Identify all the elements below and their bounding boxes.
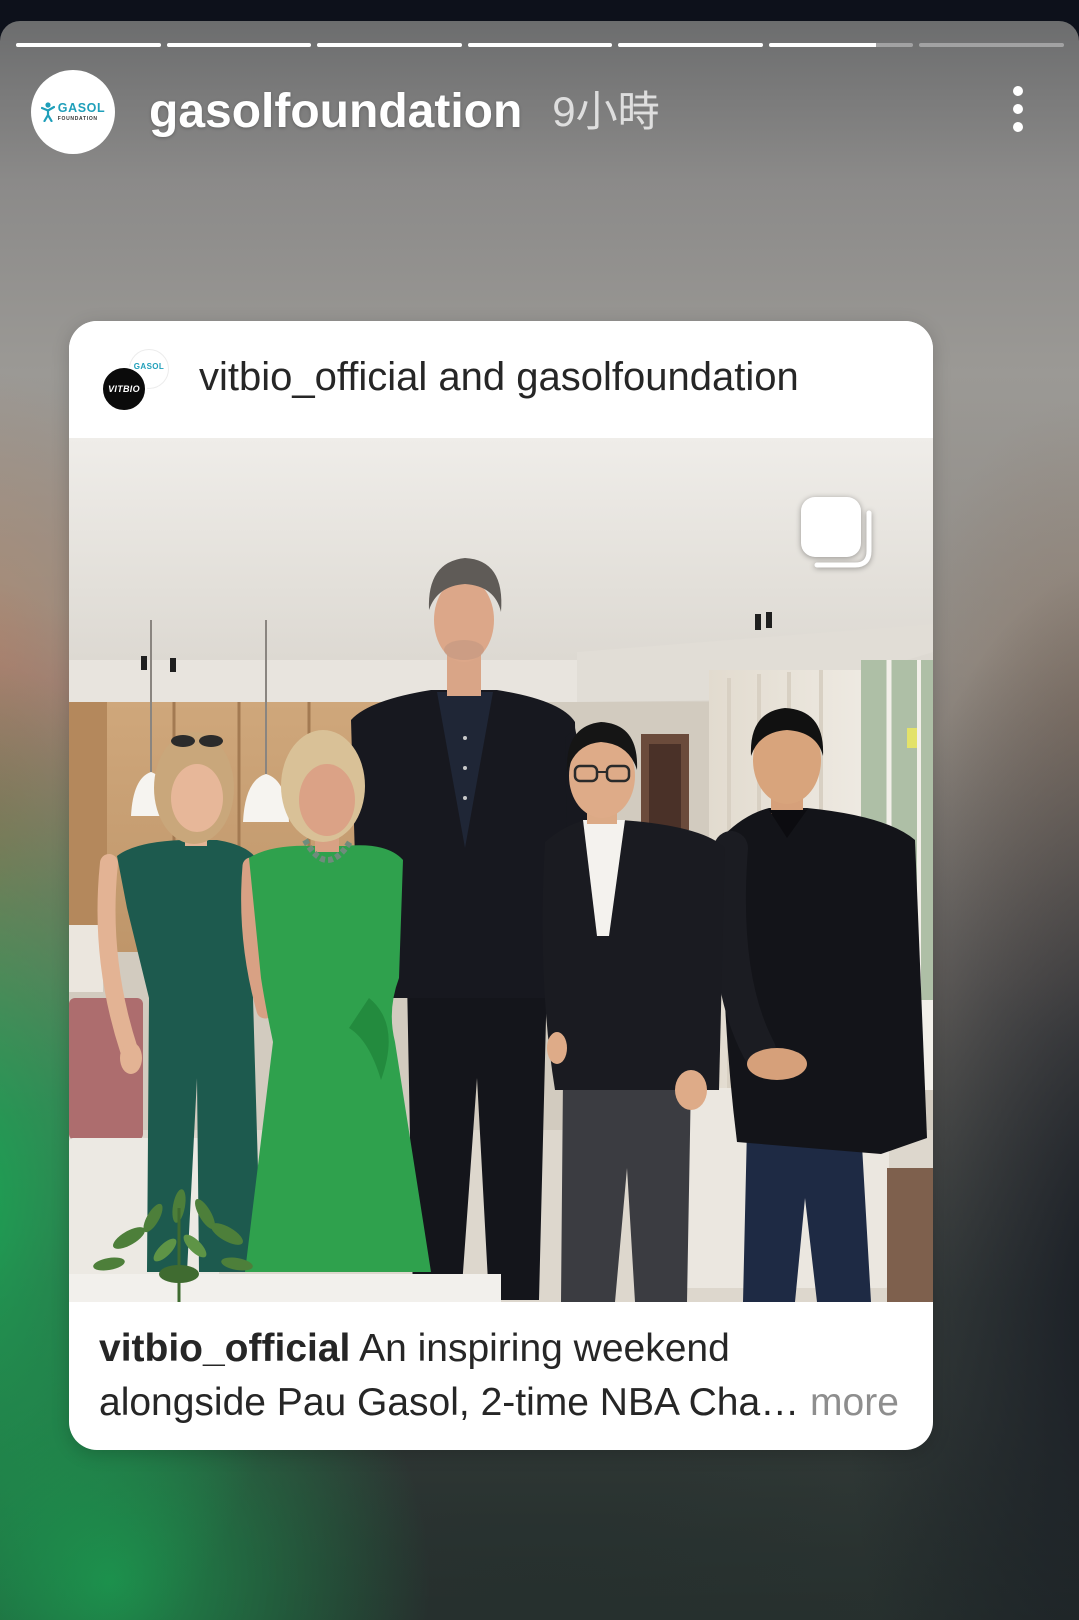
story-progress-bar [16,43,1065,47]
vitbio-avatar-text: VITBIO [108,384,140,394]
caption-line-1: vitbio_official An inspiring weekend [99,1322,903,1376]
story-author-avatar[interactable]: GASOL FOUNDATION [31,70,115,154]
doorway [641,734,689,830]
dot [1013,104,1023,114]
progress-segment [919,43,1065,47]
carousel-multiple-icon [799,495,873,569]
progress-segment-fill [618,43,763,47]
person-figure-icon [40,102,55,122]
post-caption[interactable]: vitbio_official An inspiring weekend alo… [69,1302,933,1450]
progress-segment-fill [768,43,876,47]
side-table [69,1274,501,1302]
gasol-foundation-logo: GASOL FOUNDATION [40,101,106,122]
vitbio-avatar: VITBIO [101,366,147,412]
story-username[interactable]: gasolfoundation [149,84,522,140]
progress-segment [317,43,462,47]
caption-username[interactable]: vitbio_official [99,1327,350,1370]
progress-segment-fill [16,43,161,47]
progress-segment [467,43,613,47]
caption-text-line-2: alongside Pau Gasol, 2-time NBA Cha… [99,1381,800,1424]
logo-tagline: FOUNDATION [57,115,98,122]
progress-segment [618,43,763,47]
dot [1013,86,1023,96]
caption-more-link[interactable]: more [810,1381,899,1424]
progress-segment-fill [467,43,613,47]
logo-name: GASOL [57,101,106,116]
progress-segment [768,43,914,47]
caption-text-line-1: An inspiring weekend [359,1327,730,1370]
shared-post-card[interactable]: GASOL VITBIO vitbio_official and gasolfo… [69,321,933,1450]
shared-post-photo[interactable] [69,438,933,1302]
progress-segment [166,43,312,47]
story-viewer[interactable]: GASOL FOUNDATION gasolfoundation 9小時 GAS… [0,21,1079,1620]
more-vertical-icon[interactable] [1011,86,1025,132]
caption-line-2: alongside Pau Gasol, 2-time NBA Cha… mor… [99,1376,903,1430]
story-timestamp: 9小時 [552,88,660,135]
progress-segment-fill [317,43,462,47]
story-header: gasolfoundation 9小時 [149,84,660,140]
shared-post-header: GASOL VITBIO vitbio_official and gasolfo… [69,321,933,438]
progress-segment [16,43,161,47]
shared-post-authors[interactable]: vitbio_official and gasolfoundation [199,352,799,402]
progress-segment-fill [166,43,312,47]
dot [1013,122,1023,132]
